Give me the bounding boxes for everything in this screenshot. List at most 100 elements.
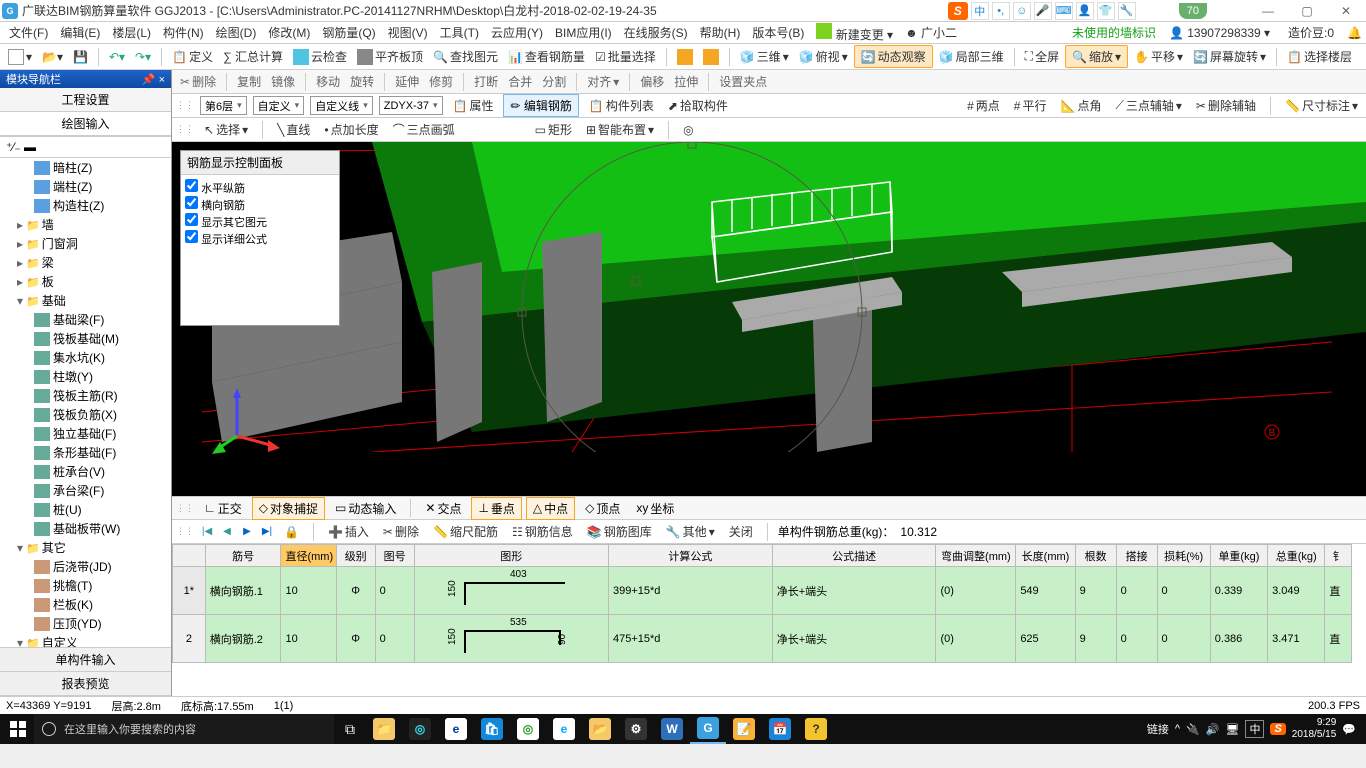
floor-combo[interactable]: 第6层 <box>200 96 247 115</box>
expand-icon[interactable]: ⁺⁄₋ <box>6 140 21 154</box>
break-btn[interactable]: 打断 <box>470 71 502 92</box>
menu-bim[interactable]: BIM应用(I) <box>550 22 617 43</box>
last-btn[interactable]: ▶| <box>260 525 274 539</box>
taskview-icon[interactable]: ⧉ <box>334 714 366 744</box>
lib-btn[interactable]: 📚 钢筋图库 <box>583 521 656 542</box>
view-steel-btn[interactable]: 📊 查看钢筋量 <box>504 46 589 67</box>
pick-btn[interactable]: ⬈ 拾取构件 <box>664 95 732 116</box>
col-lap[interactable]: 搭接 <box>1116 545 1157 567</box>
ime-zh[interactable]: 中 <box>971 2 989 20</box>
selfloor-btn[interactable]: 📋 选择楼层 <box>1283 46 1356 67</box>
menu-version[interactable]: 版本号(B) <box>747 22 809 43</box>
tray-power[interactable]: 🔌 <box>1186 723 1200 736</box>
pin-icon[interactable]: 📌 × <box>142 73 165 86</box>
customline-combo[interactable]: 自定义线 <box>310 96 373 115</box>
perp-btn[interactable]: ⊥ 垂点 <box>471 497 521 520</box>
app-word[interactable]: W <box>654 714 690 744</box>
col-tw[interactable]: 总重(kg) <box>1268 545 1325 567</box>
stretch-btn[interactable]: 拉伸 <box>670 71 702 92</box>
ime-sogou[interactable]: S <box>948 2 968 20</box>
ime-skin[interactable]: 👕 <box>1097 2 1115 20</box>
prev-btn[interactable]: ◀ <box>220 525 234 539</box>
col-idx[interactable] <box>173 545 206 567</box>
ime-emoji[interactable]: ☺ <box>1013 2 1031 20</box>
col-cnt[interactable]: 根数 <box>1075 545 1116 567</box>
dyn-btn[interactable]: ▭ 动态输入 <box>329 498 402 519</box>
app-ggj[interactable]: G <box>690 714 726 744</box>
col-len[interactable]: 长度(mm) <box>1016 545 1075 567</box>
misc-btn[interactable]: ◎ <box>679 121 697 139</box>
app-ie[interactable]: e <box>546 714 582 744</box>
ime-user[interactable]: 👤 <box>1076 2 1094 20</box>
pan-btn[interactable]: ✋ 平移▾ <box>1130 46 1187 67</box>
app-note[interactable]: 📝 <box>726 714 762 744</box>
zoom-btn[interactable]: 🔍 缩放▾ <box>1065 45 1128 68</box>
member-tree[interactable]: 暗柱(Z) 端柱(Z) 构造柱(Z) ▸墙 ▸门窗洞 ▸梁 ▸板 ▾基础 基础梁… <box>0 158 171 647</box>
flat-btn[interactable]: 平齐板顶 <box>353 46 427 67</box>
tab-project-settings[interactable]: 工程设置 <box>0 88 171 112</box>
ime-kbd[interactable]: ⌨ <box>1055 2 1073 20</box>
tray-sogou[interactable]: S <box>1270 723 1285 735</box>
ime-punct[interactable]: •, <box>992 2 1010 20</box>
snap-btn[interactable]: ◇ 对象捕捉 <box>252 497 325 520</box>
menu-member[interactable]: 构件(N) <box>158 22 209 43</box>
move-btn[interactable]: 移动 <box>312 71 344 92</box>
col-bend[interactable]: 弯曲调整(mm) <box>936 545 1016 567</box>
collapse-icon[interactable]: ▬ <box>24 140 36 154</box>
define-btn[interactable]: 📋 定义 <box>168 46 217 67</box>
col-uw[interactable]: 单重(kg) <box>1210 545 1267 567</box>
menu-steel[interactable]: 钢筋量(Q) <box>317 22 380 43</box>
batch-btn[interactable]: ☑ 批量选择 <box>591 46 660 67</box>
app-help[interactable]: ? <box>798 714 834 744</box>
tray-vol[interactable]: 🔊 <box>1206 723 1220 736</box>
steel-display-panel[interactable]: 钢筋显示控制面板 水平纵筋 横向钢筋 显示其它图元 显示详细公式 <box>180 150 340 326</box>
menu-tool[interactable]: 工具(T) <box>435 22 484 43</box>
sum-btn[interactable]: ∑ 汇总计算 <box>219 46 287 67</box>
opt-other[interactable]: 显示其它图元 <box>185 213 335 230</box>
menu-cloud[interactable]: 云应用(Y) <box>486 22 548 43</box>
lock-btn[interactable]: 🔒 <box>280 523 303 541</box>
tray-link[interactable]: 链接 <box>1147 721 1169 737</box>
next-btn[interactable]: ▶ <box>240 525 254 539</box>
open-btn[interactable]: 📂▾ <box>38 48 67 66</box>
angle-btn[interactable]: 📐 点角 <box>1057 95 1106 116</box>
opt-h[interactable]: 水平纵筋 <box>185 179 335 196</box>
col-dia[interactable]: 直径(mm) <box>281 545 336 567</box>
new-btn[interactable]: ▾ <box>4 47 36 67</box>
align-btn[interactable]: 对齐▾ <box>583 71 623 92</box>
menu-file[interactable]: 文件(F) <box>4 22 53 43</box>
app-edge[interactable]: e <box>438 714 474 744</box>
window-maximize[interactable]: ▢ <box>1289 1 1325 21</box>
app-360[interactable]: ◎ <box>510 714 546 744</box>
cloud-check-btn[interactable]: 云检查 <box>289 46 351 67</box>
app-explorer[interactable]: 📁 <box>366 714 402 744</box>
save-btn[interactable]: 💾 <box>69 48 92 66</box>
cross-btn[interactable]: ✕ 交点 <box>419 498 467 519</box>
ime-tool[interactable]: 🔧 <box>1118 2 1136 20</box>
merge-btn[interactable]: 合并 <box>504 71 536 92</box>
tray-clock[interactable]: 9:292018/5/15 <box>1292 717 1337 741</box>
redo-btn[interactable]: ↷▾ <box>131 48 155 66</box>
offset-btn[interactable]: 偏移 <box>636 71 668 92</box>
del-btn[interactable]: ✂ 删除 <box>176 71 220 92</box>
opt-v[interactable]: 横向钢筋 <box>185 196 335 213</box>
fullscreen-btn[interactable]: ⛶ 全屏 <box>1021 46 1063 67</box>
attr-btn[interactable]: 📋 属性 <box>449 95 498 116</box>
delete-row-btn[interactable]: ✂ 删除 <box>379 521 423 542</box>
scale-btn[interactable]: 📏 缩尺配筋 <box>429 521 502 542</box>
split-btn[interactable]: 分割 <box>538 71 570 92</box>
col-desc[interactable]: 公式描述 <box>772 545 936 567</box>
top-btn[interactable]: ◇ 顶点 <box>579 498 626 519</box>
app-browser1[interactable]: ◎ <box>402 714 438 744</box>
line-btn[interactable]: ╲ 直线 <box>273 119 314 140</box>
new-change[interactable]: 新建变更 ▾ <box>811 21 898 45</box>
rect-btn[interactable]: ▭ 矩形 <box>531 119 576 140</box>
edit-steel-btn[interactable]: ✏ 编辑钢筋 <box>503 94 578 117</box>
delaxis-btn[interactable]: ✂ 删除辅轴 <box>1192 95 1260 116</box>
tray-net[interactable]: 🖥 <box>1225 723 1239 736</box>
menu-modify[interactable]: 修改(M) <box>263 22 315 43</box>
menu-help[interactable]: 帮助(H) <box>695 22 746 43</box>
app-folder2[interactable]: 📂 <box>582 714 618 744</box>
col-shape[interactable]: 图形 <box>414 545 608 567</box>
icon-btn-a[interactable] <box>673 47 697 67</box>
